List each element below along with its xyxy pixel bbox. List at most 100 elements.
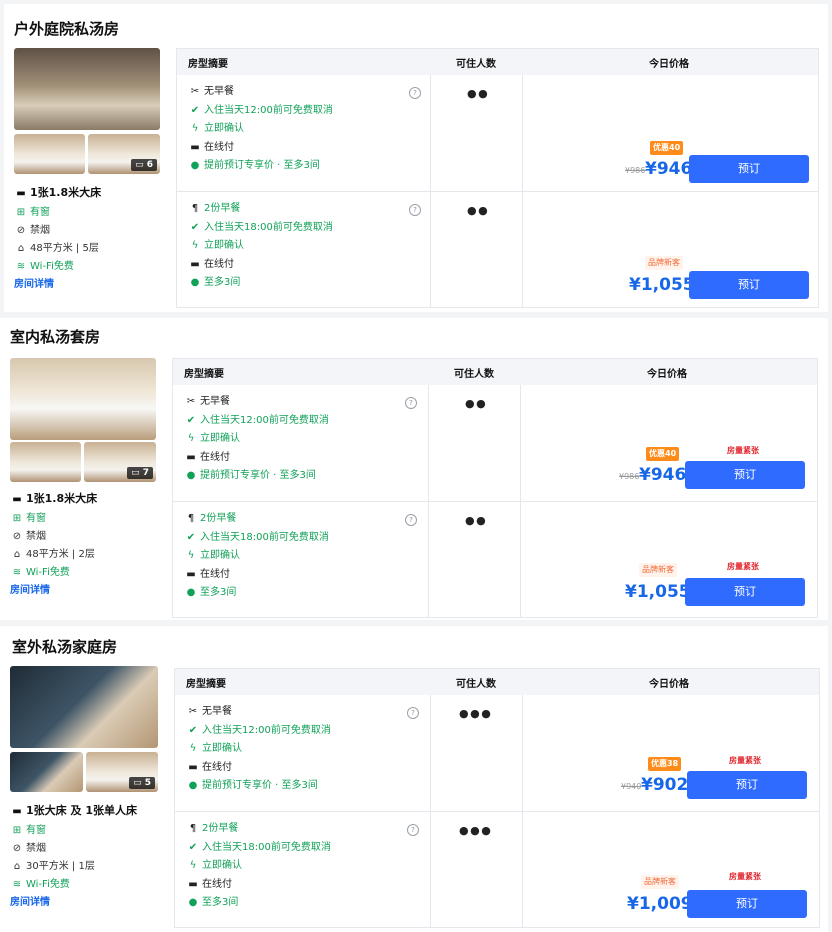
rate-table: 房型摘要 可住人数 今日价格 ✂ 无早餐 ✔ 入住当天12:00前可免费取消 ϟ 立即… (172, 358, 818, 618)
divider (175, 811, 819, 812)
wifi-icon: ≋ (12, 879, 22, 890)
scarce-label: 房量紧张 (727, 446, 759, 455)
meal-info: ✂ 无早餐 (188, 83, 428, 102)
rate-features: ¶ 2份早餐 ✔ 入住当天18:00前可免费取消 ϟ 立即确认 ▬ 在线付 ● 至多3间 (186, 820, 426, 913)
rate-features: ✂ 无早餐 ✔ 入住当天12:00前可免费取消 ϟ 立即确认 ▬ 在线付 ● 提前预订专享… (186, 703, 426, 796)
room-main-photo[interactable] (14, 48, 160, 130)
promo-info: ● 提前预订专享价 · 至多3间 (184, 467, 424, 486)
area-info: ⌂ 48平方米 | 2层 (10, 546, 160, 564)
confirm-info: ϟ 立即确认 (184, 547, 424, 566)
room-detail-link[interactable]: 房间详情 (14, 276, 164, 294)
bed-label: 1张大床 及 1张单人床 (26, 804, 137, 817)
question-icon[interactable]: ? (407, 707, 419, 719)
photo-count-badge: ▭ 5 (129, 777, 155, 789)
rate-features: ✂ 无早餐 ✔ 入住当天12:00前可免费取消 ϟ 立即确认 ▬ 在线付 ● 提前预订专享… (184, 393, 424, 486)
room-detail-link[interactable]: 房间详情 (10, 582, 160, 600)
meal-info: ¶ 2份早餐 (186, 820, 426, 839)
scarce-label: 房量紧张 (727, 562, 759, 571)
no-smoking-icon: ⊘ (16, 225, 26, 236)
room-thumb-photo[interactable]: ▭ 5 (86, 752, 158, 792)
no-meal-icon: ✂ (188, 706, 198, 717)
room-main-photo[interactable] (10, 666, 158, 748)
card-icon: ▬ (188, 878, 198, 890)
current-price: ¥946 (639, 465, 687, 485)
room-info: ▬ 1张1.8米大床 ⊞ 有窗 ⊘ 禁烟 ⌂ 48平方米 | 2层 ≋ Wi-Fi免费 房… (10, 490, 160, 600)
question-icon[interactable]: ? (407, 824, 419, 836)
no-meal-icon: ✂ (186, 396, 196, 407)
original-price: ¥986 (619, 472, 640, 481)
area-icon: ⌂ (17, 243, 25, 254)
new-guest-badge: 品牌新客 (639, 563, 677, 577)
lightning-icon: ϟ (187, 550, 195, 562)
new-guest-badge: 品牌新客 (645, 256, 683, 270)
room-main-photo[interactable] (10, 358, 156, 440)
coupon-icon: ● (188, 897, 198, 909)
meal-info: ¶ 2份早餐 (184, 510, 424, 529)
confirm-info: ϟ 立即确认 (186, 740, 426, 759)
cancel-policy: ✔ 入住当天12:00前可免费取消 (184, 412, 424, 431)
room-detail-link[interactable]: 房间详情 (10, 894, 148, 912)
room-thumb-photo[interactable]: ▭ 7 (84, 442, 156, 482)
no-meal-icon: ✂ (190, 86, 200, 97)
scarce-label: 房量紧张 (729, 756, 761, 765)
occupancy-icons: ● ● (465, 514, 486, 527)
question-icon[interactable]: ? (409, 87, 421, 99)
window-info: ⊞ 有窗 (10, 822, 148, 840)
room-thumb-photo[interactable]: ▭ 6 (88, 134, 160, 174)
person-icon: ● (476, 397, 486, 410)
image-icon: ▭ (133, 778, 145, 788)
card-icon: ▬ (188, 761, 198, 773)
window-info: ⊞ 有窗 (14, 204, 164, 222)
original-price: ¥986 (625, 166, 646, 175)
book-button[interactable]: 预订 (685, 578, 805, 606)
discount-badge: 优惠38 (648, 757, 682, 771)
header-summary: 房型摘要 (188, 59, 228, 70)
occupancy-icons: ● ● (467, 87, 488, 100)
question-icon[interactable]: ? (405, 514, 417, 526)
room-thumb-photo[interactable] (10, 442, 81, 482)
bed-label: 1张1.8米大床 (26, 492, 98, 505)
image-icon: ▭ (135, 160, 147, 170)
confirm-info: ϟ 立即确认 (188, 237, 428, 256)
room-thumb-photo[interactable] (10, 752, 83, 792)
coupon-icon: ● (186, 470, 196, 482)
rate-table: 房型摘要 可住人数 今日价格 ✂ 无早餐 ✔ 入住当天12:00前可免费取消 ϟ 立即… (174, 668, 820, 928)
person-icon: ● (478, 87, 488, 100)
quantity-info: ● 至多3间 (186, 894, 426, 913)
current-price: ¥1,009 (627, 894, 693, 914)
book-button[interactable]: 预订 (689, 155, 809, 183)
meal-info: ¶ 2份早餐 (188, 200, 428, 219)
cutlery-icon: ¶ (187, 513, 195, 524)
room-thumb-photo[interactable] (14, 134, 85, 174)
current-price: ¥1,055 (629, 275, 695, 295)
rate-table: 房型摘要 可住人数 今日价格 ✂ 无早餐 ✔ 入住当天12:00前可免费取消 ϟ 立即… (176, 48, 819, 308)
occupancy-icons: ● ● ● (459, 824, 491, 837)
card-icon: ▬ (190, 258, 200, 270)
bed-type: ▬ 1张大床 及 1张单人床 (10, 802, 148, 820)
occupancy-icons: ● ● (467, 204, 488, 217)
rate-features: ¶ 2份早餐 ✔ 入住当天18:00前可免费取消 ϟ 立即确认 ▬ 在线付 ● 至多3间 (188, 200, 428, 293)
room-title: 户外庭院私汤房 (14, 20, 120, 38)
book-button[interactable]: 预订 (685, 461, 805, 489)
quantity-info: ● 至多3间 (188, 274, 428, 293)
image-icon: ▭ (131, 468, 143, 478)
question-icon[interactable]: ? (409, 204, 421, 216)
check-circle-icon: ✔ (186, 531, 196, 543)
person-icon: ● (465, 514, 477, 527)
meal-info: ✂ 无早餐 (184, 393, 424, 412)
room-card: 户外庭院私汤房 ▭ 6 ▬ 1张1.8米大床 ⊞ 有窗 ⊘ 禁烟 ⌂ 48平方米 | 5… (4, 4, 828, 312)
book-button[interactable]: 预订 (687, 890, 807, 918)
lightning-icon: ϟ (187, 433, 195, 445)
cancel-policy: ✔ 入住当天18:00前可免费取消 (184, 529, 424, 548)
check-circle-icon: ✔ (188, 841, 198, 853)
check-circle-icon: ✔ (190, 221, 200, 233)
smoking-info: ⊘ 禁烟 (14, 222, 164, 240)
pay-info: ▬ 在线付 (188, 256, 428, 275)
wifi-info: ≋ Wi-Fi免费 (14, 258, 164, 276)
rate-features: ✂ 无早餐 ✔ 入住当天12:00前可免费取消 ϟ 立即确认 ▬ 在线付 ● 提前预订专享… (188, 83, 428, 176)
person-icon: ● (481, 707, 491, 720)
book-button[interactable]: 预订 (689, 271, 809, 299)
cancel-policy: ✔ 入住当天18:00前可免费取消 (188, 219, 428, 238)
question-icon[interactable]: ? (405, 397, 417, 409)
book-button[interactable]: 预订 (687, 771, 807, 799)
